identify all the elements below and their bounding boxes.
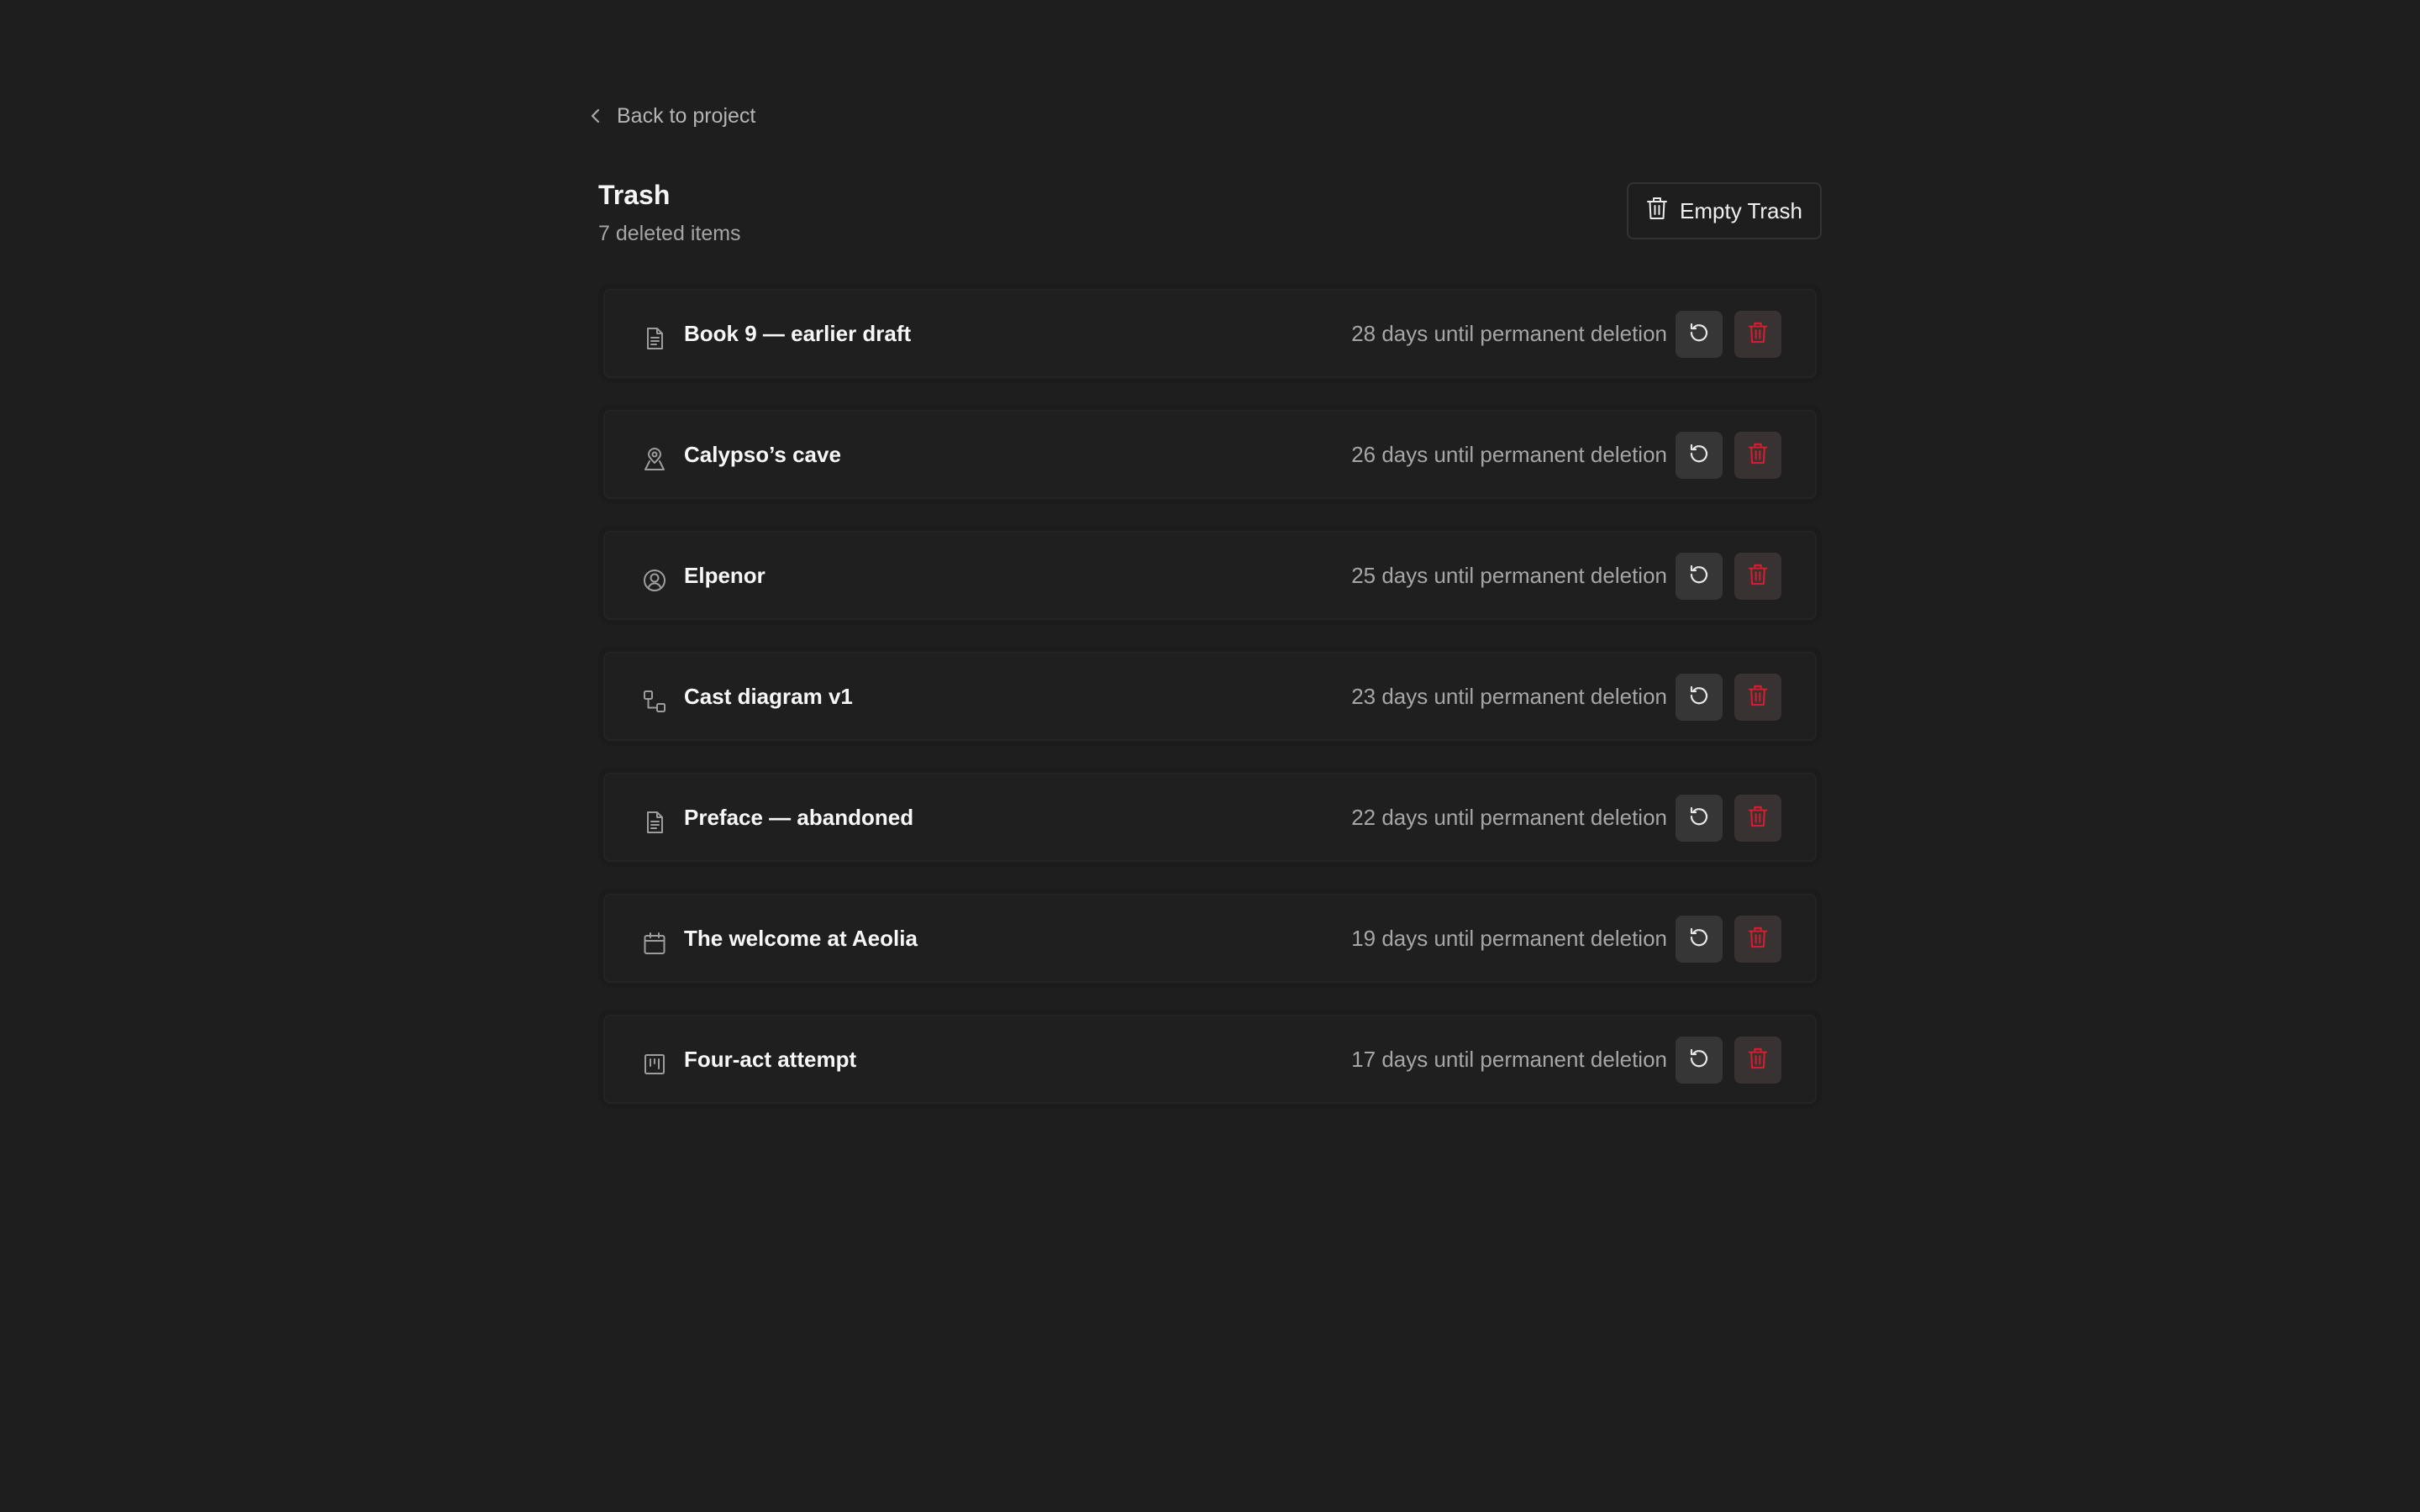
list-item: Cast diagram v1 23 days until permanent … xyxy=(598,647,1822,746)
item-expiry: 26 days until permanent deletion xyxy=(1351,442,1667,467)
item-name: Cast diagram v1 xyxy=(684,684,853,709)
list-item: Elpenor 25 days until permanent deletion xyxy=(598,526,1822,625)
document-icon xyxy=(642,810,667,835)
empty-trash-label: Empty Trash xyxy=(1680,197,1802,223)
restore-button[interactable] xyxy=(1676,553,1723,600)
restore-button[interactable] xyxy=(1676,795,1723,842)
list-item: Four-act attempt 17 days until permanent… xyxy=(598,1010,1822,1109)
trash-icon xyxy=(1748,442,1768,470)
back-link-label: Back to project xyxy=(617,103,756,128)
trash-icon xyxy=(1748,805,1768,832)
trash-icon xyxy=(1748,926,1768,953)
restore-button[interactable] xyxy=(1676,916,1723,963)
item-name: Book 9 — earlier draft xyxy=(684,321,912,346)
delete-permanently-button[interactable] xyxy=(1734,1037,1781,1084)
trash-icon xyxy=(1748,321,1768,349)
restore-icon xyxy=(1687,805,1711,832)
restore-icon xyxy=(1687,926,1711,953)
item-expiry: 28 days until permanent deletion xyxy=(1351,321,1667,346)
item-name: Four-act attempt xyxy=(684,1047,857,1072)
board-icon xyxy=(642,1052,667,1077)
restore-icon xyxy=(1687,563,1711,591)
list-item: Book 9 — earlier draft 28 days until per… xyxy=(598,284,1822,383)
item-expiry: 17 days until permanent deletion xyxy=(1351,1047,1667,1072)
item-expiry: 23 days until permanent deletion xyxy=(1351,684,1667,709)
trash-icon xyxy=(1748,1047,1768,1074)
trash-icon xyxy=(1646,196,1668,227)
item-expiry: 19 days until permanent deletion xyxy=(1351,926,1667,951)
list-item: Preface — abandoned 22 days until perman… xyxy=(598,768,1822,867)
restore-icon xyxy=(1687,684,1711,711)
back-to-project-link[interactable]: Back to project xyxy=(590,99,755,133)
character-icon xyxy=(642,568,667,593)
deleted-count: 7 deleted items xyxy=(598,222,741,245)
document-icon xyxy=(642,326,667,351)
delete-permanently-button[interactable] xyxy=(1734,311,1781,358)
restore-button[interactable] xyxy=(1676,674,1723,721)
item-name: Elpenor xyxy=(684,563,765,588)
trash-icon xyxy=(1748,563,1768,591)
calendar-icon xyxy=(642,931,667,956)
trash-page: Back to project Trash 7 deleted items Em… xyxy=(0,0,2420,1512)
item-expiry: 22 days until permanent deletion xyxy=(1351,805,1667,830)
item-name: Calypso’s cave xyxy=(684,442,841,467)
delete-permanently-button[interactable] xyxy=(1734,795,1781,842)
restore-icon xyxy=(1687,1047,1711,1074)
restore-icon xyxy=(1687,442,1711,470)
restore-button[interactable] xyxy=(1676,311,1723,358)
list-item: The welcome at Aeolia 19 days until perm… xyxy=(598,889,1822,988)
list-item: Calypso’s cave 26 days until permanent d… xyxy=(598,405,1822,504)
empty-trash-button[interactable]: Empty Trash xyxy=(1627,182,1822,239)
restore-icon xyxy=(1687,321,1711,349)
delete-permanently-button[interactable] xyxy=(1734,432,1781,479)
item-name: Preface — abandoned xyxy=(684,805,914,830)
delete-permanently-button[interactable] xyxy=(1734,553,1781,600)
restore-button[interactable] xyxy=(1676,432,1723,479)
delete-permanently-button[interactable] xyxy=(1734,674,1781,721)
chevron-left-icon xyxy=(590,108,602,124)
location-icon xyxy=(642,447,667,472)
item-expiry: 25 days until permanent deletion xyxy=(1351,563,1667,588)
page-title: Trash xyxy=(598,180,671,210)
delete-permanently-button[interactable] xyxy=(1734,916,1781,963)
trash-icon xyxy=(1748,684,1768,711)
page-header: Trash 7 deleted items Empty Trash xyxy=(598,175,1822,259)
item-name: The welcome at Aeolia xyxy=(684,926,918,951)
diagram-icon xyxy=(642,689,667,714)
restore-button[interactable] xyxy=(1676,1037,1723,1084)
